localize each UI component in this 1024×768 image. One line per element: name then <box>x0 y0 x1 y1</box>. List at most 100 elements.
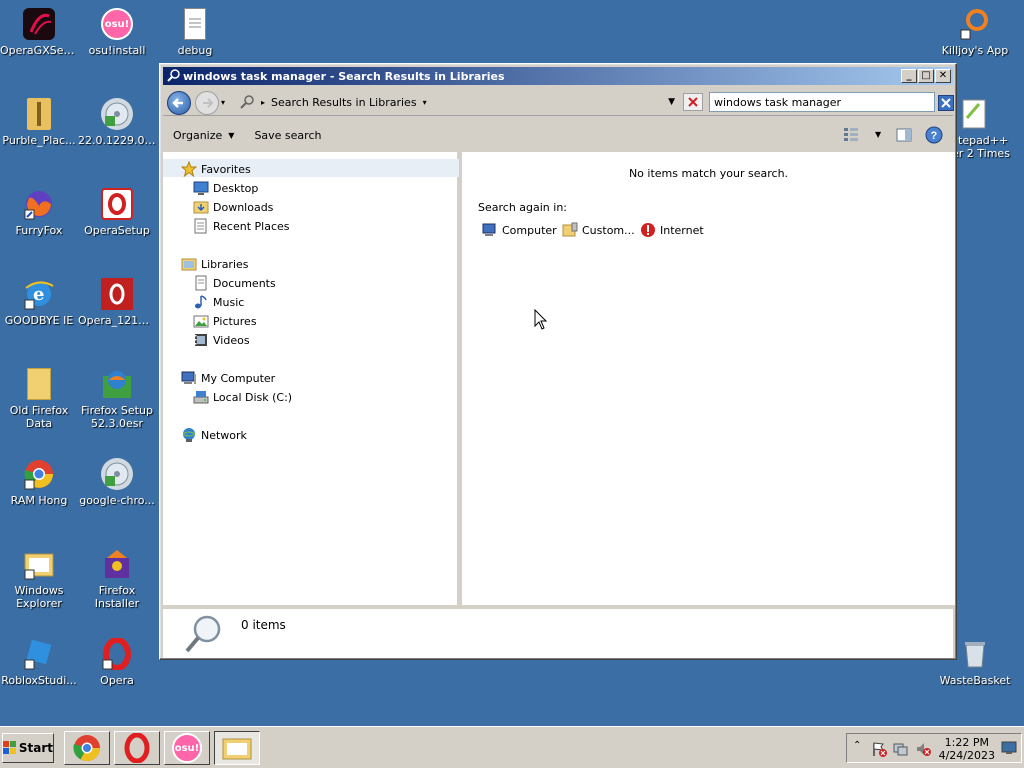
clock[interactable]: 1:22 PM 4/24/2023 <box>939 736 995 762</box>
desktop-icon-label: Purble_Plac... <box>2 134 76 147</box>
computer-icon <box>181 371 196 384</box>
taskbar-osu[interactable]: osu! <box>164 731 210 765</box>
show-hidden-icons-button[interactable]: ⌃ <box>853 740 861 751</box>
nav-my-computer[interactable]: My Computer <box>181 369 275 387</box>
search-again-custom[interactable]: Custom... <box>562 221 635 239</box>
close-icon <box>941 98 951 108</box>
libraries-icon <box>181 258 197 271</box>
help-button[interactable]: ? <box>925 126 943 147</box>
desktop-icon-operagxsetup[interactable]: OperaGXSetup <box>0 8 78 57</box>
zip-folder-icon <box>27 98 51 130</box>
close-icon <box>688 97 698 107</box>
save-search-button[interactable]: Save search <box>244 129 331 142</box>
killjoy-icon <box>959 8 991 40</box>
desktop-icon-killjoys-app[interactable]: Killjoy's App <box>936 8 1014 57</box>
desktop-icon-old-firefox-data[interactable]: Old Firefox Data <box>0 368 78 430</box>
nav-pictures[interactable]: Pictures <box>193 312 257 330</box>
organize-button[interactable]: Organize ▼ <box>163 129 244 142</box>
search-location-icon <box>240 95 254 109</box>
breadcrumb-chevron-icon[interactable]: ▸ <box>261 98 265 107</box>
preview-pane-button[interactable] <box>896 128 912 145</box>
nav-documents[interactable]: Documents <box>193 274 276 292</box>
breadcrumb-search-results[interactable]: Search Results in Libraries <box>271 96 417 109</box>
firefox-setup-icon <box>101 368 133 400</box>
search-again-label: Search again in: <box>478 201 568 214</box>
recent-pages-dropdown[interactable]: ▾ <box>221 98 225 107</box>
search-again-computer[interactable]: Computer <box>482 221 557 239</box>
search-again-internet[interactable]: Internet <box>640 221 704 239</box>
nav-label: My Computer <box>201 371 276 385</box>
desktop-icon-osuinstall[interactable]: osu! osu!install <box>78 8 156 57</box>
desktop-icon-furryfox[interactable]: FurryFox <box>0 188 78 237</box>
minimize-button[interactable]: _ <box>901 69 917 83</box>
close-button[interactable]: ✕ <box>935 69 951 83</box>
clock-date: 4/24/2023 <box>938 749 995 762</box>
nav-local-disk[interactable]: Local Disk (C:) <box>193 388 292 406</box>
desktop-icon-operasetup[interactable]: OperaSetup <box>78 188 156 237</box>
nav-favorites[interactable]: Favorites <box>181 160 251 178</box>
help-icon: ? <box>925 126 943 144</box>
start-button[interactable]: Start <box>2 733 54 763</box>
desktop-icon-label: GOODBYE IE <box>4 314 74 327</box>
nav-desktop[interactable]: Desktop <box>193 179 258 197</box>
internet-warning-icon <box>641 223 655 237</box>
action-center-flag-icon[interactable] <box>871 741 887 757</box>
forward-button[interactable] <box>195 91 219 115</box>
taskbar-chrome[interactable] <box>64 731 110 765</box>
search-clear-button[interactable] <box>938 95 954 111</box>
results-pane: No items match your search. Search again… <box>462 152 955 605</box>
address-dropdown-button[interactable]: ▼ <box>668 97 675 107</box>
opera-setup-icon <box>101 188 133 220</box>
desktop-icon-roblox-studio[interactable]: RobloxStudi... <box>0 638 78 687</box>
desktop-icon-windows-explorer[interactable]: Windows Explorer <box>0 548 78 610</box>
maximize-button[interactable]: □ <box>918 69 934 83</box>
organize-label: Organize <box>173 128 223 142</box>
nav-music[interactable]: Music <box>193 293 244 311</box>
nav-recent-places[interactable]: Recent Places <box>193 217 290 235</box>
volume-muted-icon[interactable] <box>915 741 931 757</box>
address-field[interactable]: ▸ Search Results in Libraries ▾ ▼ <box>235 92 679 112</box>
nav-videos[interactable]: Videos <box>193 331 250 349</box>
desktop-icon-label: Killjoy's App <box>941 44 1009 57</box>
desktop-icon-firefox-installer[interactable]: Firefox Installer <box>78 548 156 610</box>
chevron-down-icon[interactable]: ▼ <box>875 130 881 139</box>
firefox-icon <box>23 188 55 220</box>
nav-libraries[interactable]: Libraries <box>181 255 249 273</box>
desktop-icon-debug[interactable]: debug <box>156 8 234 57</box>
taskbar-opera[interactable] <box>114 731 160 765</box>
view-options-button[interactable]: ▼ <box>843 127 881 141</box>
taskbar-explorer[interactable] <box>214 731 260 765</box>
desktop-icon-goodbye-ie[interactable]: e GOODBYE IE <box>0 278 78 327</box>
desktop-icon-purble-place[interactable]: Purble_Plac... <box>0 98 78 147</box>
desktop-icon-label: FurryFox <box>15 224 63 237</box>
desktop-icon-ram-hong[interactable]: RAM Hong <box>0 458 78 507</box>
desktop-icon-label: WasteBasket <box>939 674 1011 687</box>
title-bar[interactable]: windows task manager - Search Results in… <box>163 67 953 85</box>
desktop-icon-opera[interactable]: Opera <box>78 638 156 687</box>
nav-network[interactable]: Network <box>181 426 247 444</box>
videos-icon <box>195 334 207 346</box>
recent-places-icon <box>194 218 207 234</box>
desktop-icon-22-0-1229[interactable]: 22.0.1229.0.... <box>78 98 156 147</box>
network-status-icon[interactable] <box>893 741 909 757</box>
desktop-icon-firefox-setup[interactable]: Firefox Setup 52.3.0esr <box>78 368 156 430</box>
desktop-icon-label: google-chro... <box>79 494 155 507</box>
breadcrumb-chevron-icon[interactable]: ▾ <box>423 98 427 107</box>
desktop-icon-label: er 2 Times <box>952 147 1010 160</box>
desktop-icon-label: tepad++ <box>958 134 1009 147</box>
nav-downloads[interactable]: Downloads <box>193 198 273 216</box>
desktop-icon-google-chrome[interactable]: google-chro... <box>78 458 156 507</box>
explorer-window[interactable]: windows task manager - Search Results in… <box>159 63 957 660</box>
desktop-icon-notepadpp[interactable]: tepad++ er 2 Times <box>952 98 1024 160</box>
back-button[interactable] <box>167 91 191 115</box>
music-icon <box>195 295 207 309</box>
magnifier-icon <box>185 615 221 653</box>
search-input[interactable]: windows task manager <box>709 92 935 112</box>
clear-search-button[interactable] <box>683 93 703 111</box>
show-desktop-icon[interactable] <box>1001 741 1017 755</box>
desktop-icon-opera-1217[interactable]: Opera_1217.... <box>78 278 156 327</box>
desktop-icon-label: Opera_1217.... <box>78 314 156 327</box>
ie-icon: e <box>23 278 55 310</box>
option-label: Computer <box>502 223 557 237</box>
explorer-icon <box>23 548 55 580</box>
